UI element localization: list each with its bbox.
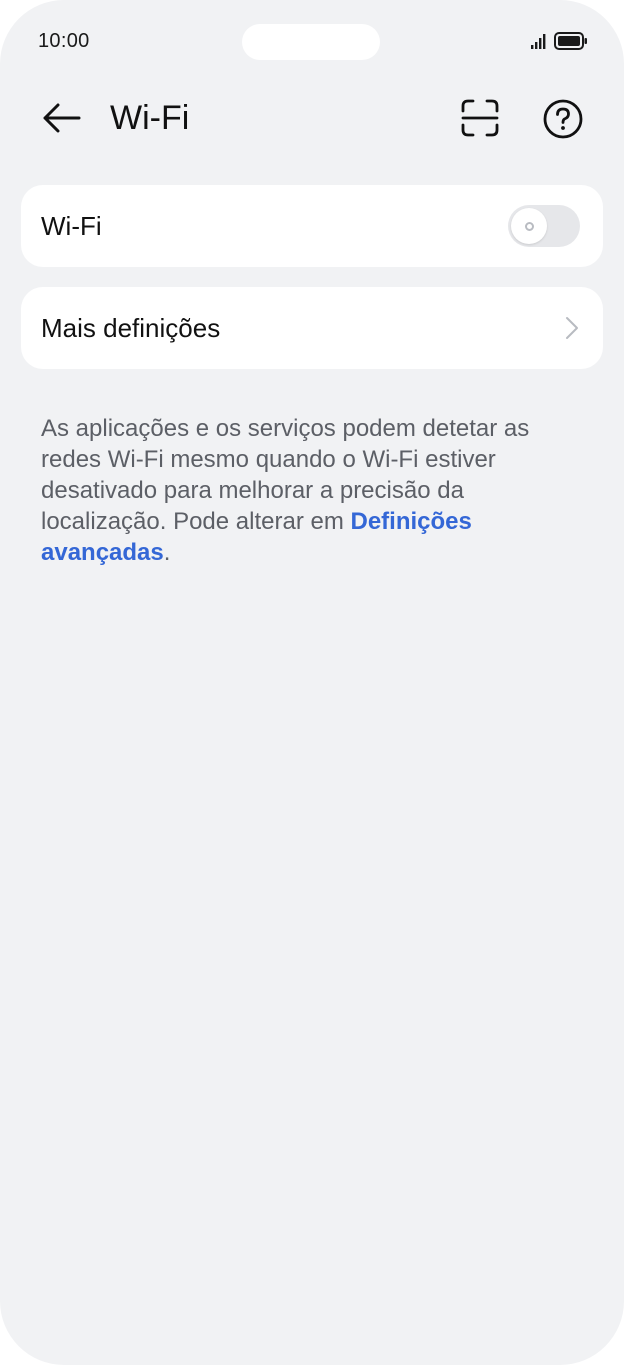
status-time: 10:00	[38, 30, 90, 52]
phone-screen: 10:00 Wi-Fi Wi-Fi Mais definições As apl…	[0, 0, 624, 1365]
app-header: Wi-Fi	[0, 78, 624, 158]
more-settings-row[interactable]: Mais definições	[21, 287, 603, 369]
toggle-off-indicator-icon	[524, 221, 534, 231]
page-title: Wi-Fi	[110, 99, 190, 137]
wifi-toggle-switch[interactable]	[508, 205, 580, 247]
battery-icon	[554, 32, 587, 50]
back-button[interactable]	[38, 96, 84, 140]
location-info-text: As aplicações e os serviços podem deteta…	[41, 413, 561, 568]
signal-bars-icon	[531, 34, 546, 49]
scan-button[interactable]	[458, 96, 502, 140]
wifi-toggle-row: Wi-Fi	[21, 185, 603, 267]
toggle-knob	[511, 208, 547, 244]
more-settings-label: Mais definições	[41, 313, 221, 343]
chevron-right-icon	[566, 317, 578, 339]
info-trailing-text: .	[163, 539, 171, 566]
help-button[interactable]	[540, 96, 586, 142]
arrow-left-icon	[43, 103, 81, 133]
scan-frame-icon	[461, 99, 499, 137]
help-circle-icon	[543, 99, 583, 139]
wifi-toggle-label: Wi-Fi	[41, 211, 102, 241]
status-icons	[531, 32, 588, 50]
camera-notch	[242, 24, 380, 60]
